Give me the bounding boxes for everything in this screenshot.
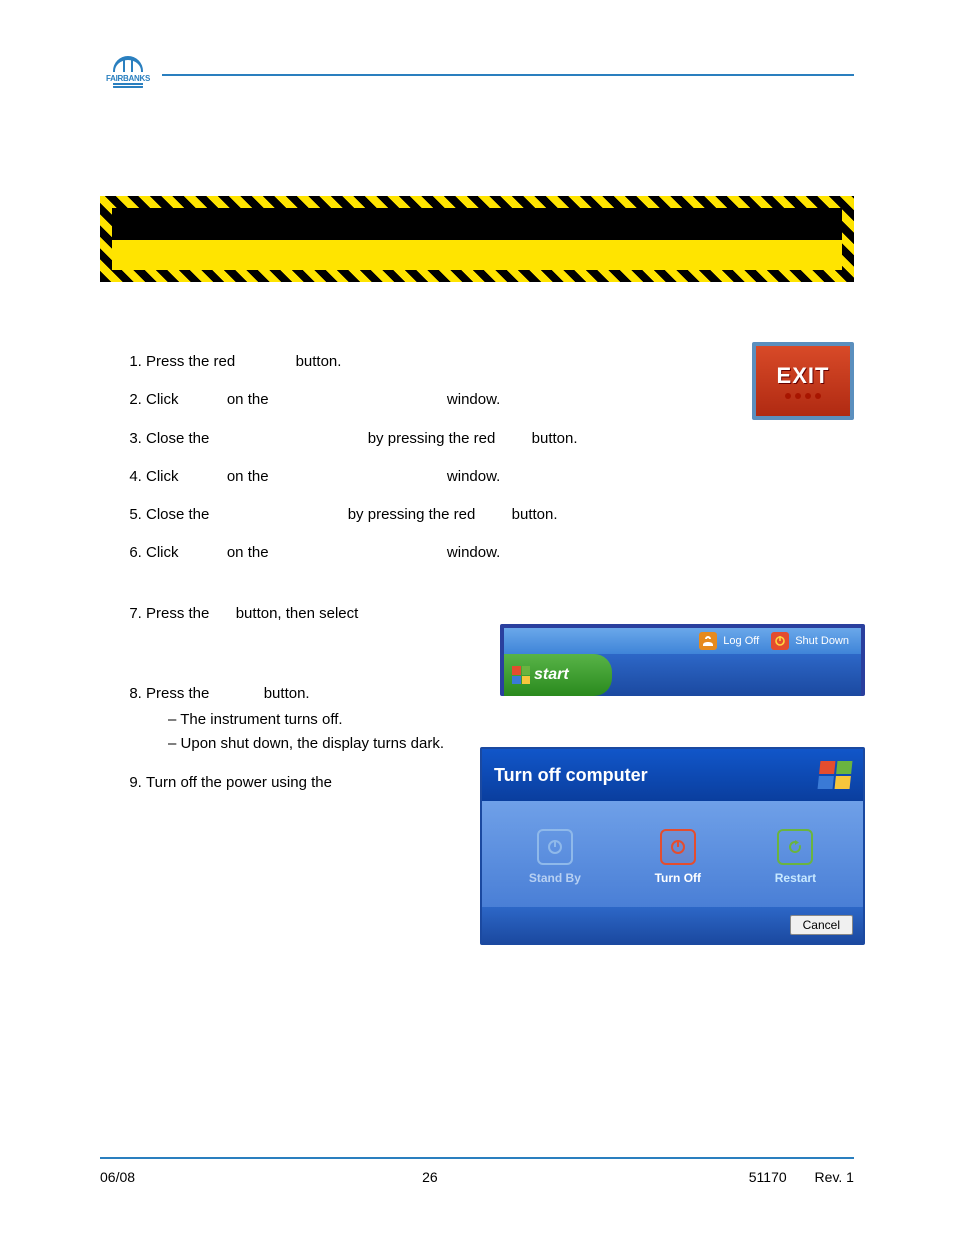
step-3: Close the by pressing the red button. [146, 429, 854, 449]
standby-label: Stand By [529, 871, 581, 885]
step-text: Close the [146, 506, 209, 523]
step-text: Close the [146, 430, 209, 447]
scale-icon [113, 83, 143, 91]
step-8-sub1: The instrument turns off. [168, 710, 854, 730]
step-text: Press the [146, 605, 209, 622]
standby-icon [537, 829, 573, 865]
step-text: Press the [146, 685, 209, 702]
step-4: Click on the window. [146, 467, 854, 487]
start-label: start [534, 666, 569, 684]
step-text: Press the red [146, 353, 235, 370]
shutdown-icon [771, 632, 789, 650]
step-text: on the [227, 391, 269, 408]
step-text: by pressing the red [348, 506, 476, 523]
turn-off-title: Turn off computer [494, 765, 648, 786]
caution-top [112, 208, 842, 240]
footer-doc-number: 51170 [749, 1169, 787, 1185]
step-2: Click on the window. [146, 390, 854, 410]
step-text: button. [532, 430, 578, 447]
footer-rule [100, 1157, 854, 1159]
step-text: button. [512, 506, 558, 523]
turnoff-label: Turn Off [655, 871, 701, 885]
step-6: Click on the window. [146, 543, 854, 563]
logoff-icon [699, 632, 717, 650]
globe-icon [113, 56, 143, 72]
footer-page-number: 26 [422, 1169, 438, 1185]
standby-option[interactable]: Stand By [529, 829, 581, 885]
turn-off-option[interactable]: Turn Off [655, 829, 701, 885]
step-5: Close the by pressing the red button. [146, 505, 854, 525]
footer-rev: Rev. 1 [815, 1169, 854, 1185]
step-7: Press the button, then select [146, 604, 854, 624]
step-text: window. [447, 391, 500, 408]
header-rule [162, 74, 854, 76]
exit-dots-icon [785, 393, 821, 399]
turn-off-dialog: Turn off computer Stand By Turn Off [480, 747, 865, 945]
power-icon [660, 829, 696, 865]
windows-flag-icon [512, 666, 530, 684]
caution-block [100, 196, 854, 282]
restart-icon [777, 829, 813, 865]
step-1: Press the red button. [146, 352, 854, 372]
steps-list: Press the red button. Click on the windo… [100, 352, 854, 793]
logoff-label: Log Off [723, 635, 759, 647]
start-button[interactable]: start [504, 654, 612, 696]
step-text: window. [447, 544, 500, 561]
shutdown-label: Shut Down [795, 635, 849, 647]
exit-button-image: EXIT [752, 342, 854, 420]
footer-date: 06/08 [100, 1169, 135, 1185]
step-text: Click [146, 391, 179, 408]
fairbanks-logo: FAIRBANKS [100, 50, 156, 96]
step-text: button, then select [236, 605, 359, 622]
step-text: button. [296, 353, 342, 370]
windows-flag-icon [818, 761, 853, 789]
exit-label: EXIT [777, 363, 830, 389]
start-menu-image: Log Off Shut Down start [500, 624, 865, 696]
step-text: by pressing the red [368, 430, 496, 447]
step-text: on the [227, 468, 269, 485]
step-text: Click [146, 544, 179, 561]
step-text: button. [264, 685, 310, 702]
restart-label: Restart [775, 871, 816, 885]
step-text: on the [227, 544, 269, 561]
step-text: Click [146, 468, 179, 485]
page-footer: 06/08 26 51170 Rev. 1 [100, 1157, 854, 1185]
logo-text: FAIRBANKS [106, 74, 150, 83]
cancel-button[interactable]: Cancel [790, 915, 853, 935]
restart-option[interactable]: Restart [775, 829, 816, 885]
caution-bottom [112, 240, 842, 270]
step-text: window. [447, 468, 500, 485]
